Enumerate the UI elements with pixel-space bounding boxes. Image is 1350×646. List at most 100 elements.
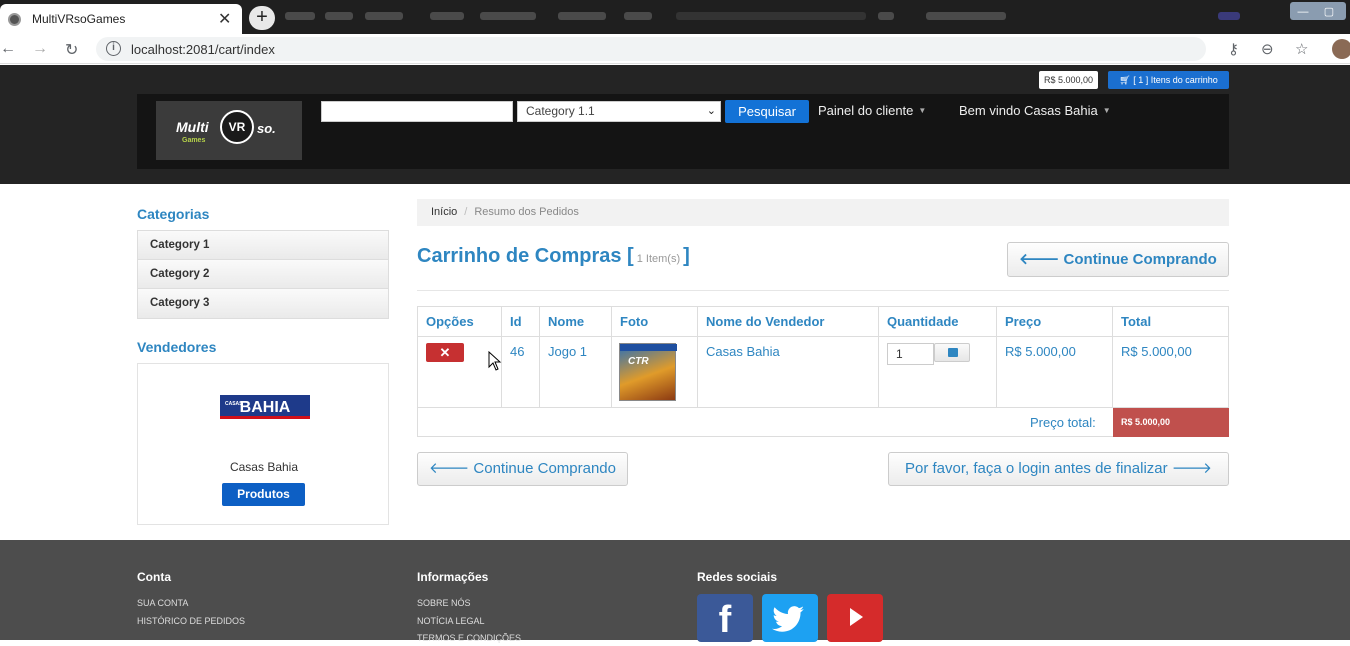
vendor-products-button[interactable]: Produtos [222,483,305,506]
window-controls[interactable]: — ▢ [1290,2,1346,20]
continue-shopping-button-bottom[interactable]: 🡐 Continue Comprando [417,452,628,486]
column-header: Id [502,307,540,337]
continue-shopping-label: Continue Comprando [473,460,616,477]
minimize-icon[interactable]: — [1290,6,1316,22]
remove-item-button[interactable]: ✕ [426,343,464,362]
column-header: Preço [997,307,1113,337]
category-select-value: Category 1.1 [526,104,595,118]
site-logo[interactable]: Multi VR so. Games [156,101,302,160]
cart-icon: 🛒︎ [1119,75,1134,85]
vendor-name: Casas Bahia [229,460,299,474]
client-panel-menu[interactable]: Painel do cliente ▼ [818,103,926,118]
vendor-card: CASAS BAHIA Casas Bahia Produtos [137,363,389,525]
category-select[interactable]: Category 1.1 ⌄ [517,101,721,122]
facebook-icon[interactable]: f [697,594,753,642]
mouse-cursor-icon [488,351,502,371]
blurred-search-box [676,12,866,20]
logo-text-so: so. [257,121,276,136]
login-to-checkout-button[interactable]: Por favor, faça o login antes de finaliz… [888,452,1229,486]
divider [417,290,1229,291]
footer-link[interactable]: SUA CONTA [137,598,188,608]
chevron-down-icon: ⌄ [706,105,716,117]
welcome-label: Bem vindo Casas Bahia [959,103,1098,118]
login-to-checkout-label: Por favor, faça o login antes de finaliz… [904,460,1168,477]
column-header: Foto [612,307,698,337]
maximize-icon[interactable]: ▢ [1316,5,1342,21]
bracket-open: [ [627,245,634,267]
twitter-icon[interactable] [762,594,818,642]
cart-table: Opções Id Nome Foto Nome do Vendedor Qua… [417,306,1229,437]
search-input[interactable] [321,101,513,122]
cell-options: ✕ [418,337,502,408]
category-item[interactable]: Category 1 [138,231,388,260]
footer-social-heading: Redes sociais [697,570,778,584]
new-tab-button[interactable]: + [249,6,275,30]
cell-price: R$ 5.000,00 [997,337,1113,408]
browser-tab-bar: MultiVRsoGames ✕ + — ▢ [0,0,1350,34]
blurred-menu-item [325,12,353,20]
profile-avatar[interactable] [1332,39,1350,59]
bracket-close: ] [683,245,690,267]
reload-icon[interactable]: ↻ [65,40,78,60]
vendors-heading: Vendedores [137,339,217,355]
footer-link[interactable]: SOBRE NÓS [417,598,471,608]
column-header: Nome do Vendedor [698,307,879,337]
logo-text-games: Games [182,137,206,144]
column-header: Total [1113,307,1229,337]
bookmark-star-icon[interactable]: ☆ [1295,40,1308,58]
continue-shopping-label: Continue Comprando [1063,251,1217,268]
footer-info-heading: Informações [417,570,489,584]
cell-photo: CTR [612,337,698,408]
blurred-title [926,12,1006,20]
update-quantity-button[interactable] [934,343,970,362]
logo-vr-icon: VR [220,110,254,144]
blurred-menu-item [480,12,536,20]
page-title: Carrinho de Compras [1 Item(s)] [417,245,690,268]
total-price-badge: R$ 5.000,00 [1113,408,1229,437]
column-header: Opções [418,307,502,337]
product-cover-image[interactable]: CTR [619,343,677,401]
vendor-logo-text: BAHIA [239,399,291,416]
info-icon[interactable]: i [106,41,121,56]
category-item[interactable]: Category 2 [138,260,388,289]
cover-title: CTR [628,356,649,367]
blurred-menu-item [624,12,652,20]
forward-icon[interactable]: → [32,40,48,58]
tab-close-icon[interactable]: ✕ [218,9,231,29]
column-header: Nome [540,307,612,337]
search-button[interactable]: Pesquisar [725,100,809,123]
footer-link[interactable]: NOTÍCIA LEGAL [417,616,485,626]
total-price-label: Preço total: [1030,415,1096,430]
blurred-icon [878,12,894,20]
welcome-menu[interactable]: Bem vindo Casas Bahia ▼ [959,103,1111,118]
category-item[interactable]: Category 3 [138,289,388,318]
arrow-left-icon: 🡐 [429,460,474,477]
logo-text-multi: Multi [176,119,209,135]
breadcrumb: Início / Resumo dos Pedidos [417,199,1229,226]
caret-down-icon: ▼ [918,106,927,115]
arrow-left-icon: 🡐 [1019,251,1064,268]
blurred-icon [1218,12,1240,20]
client-panel-label: Painel do cliente [818,103,914,118]
page-title-text: Carrinho de Compras [417,245,622,267]
continue-shopping-button-top[interactable]: 🡐 Continue Comprando [1007,242,1229,277]
cell-total: R$ 5.000,00 [1113,337,1229,408]
key-icon[interactable]: ⚷ [1228,40,1239,58]
cart-button[interactable]: 🛒︎ [ 1 ] Itens do carrinho [1108,71,1229,89]
footer-link[interactable]: HISTÓRICO DE PEDIDOS [137,616,245,626]
cell-name[interactable]: Jogo 1 [540,337,612,408]
footer-link[interactable]: TERMOS E CONDIÇÕES [417,633,521,643]
blurred-menu-item [430,12,464,20]
back-icon[interactable]: ← [0,40,16,58]
url-field[interactable]: i localhost:2081/cart/index [96,37,1206,61]
quantity-input[interactable]: 1 [887,343,934,365]
youtube-icon[interactable] [827,594,883,642]
vendor-logo[interactable]: CASAS BAHIA [220,395,310,419]
column-header: Quantidade [879,307,997,337]
breadcrumb-home[interactable]: Início [431,206,457,218]
cell-quantity: 1 [879,337,997,408]
zoom-icon[interactable]: ⊖ [1261,40,1274,58]
browser-tab[interactable]: MultiVRsoGames ✕ [0,4,242,34]
cart-button-label: [ 1 ] Itens do carrinho [1133,75,1218,85]
blurred-menu-item [558,12,606,20]
